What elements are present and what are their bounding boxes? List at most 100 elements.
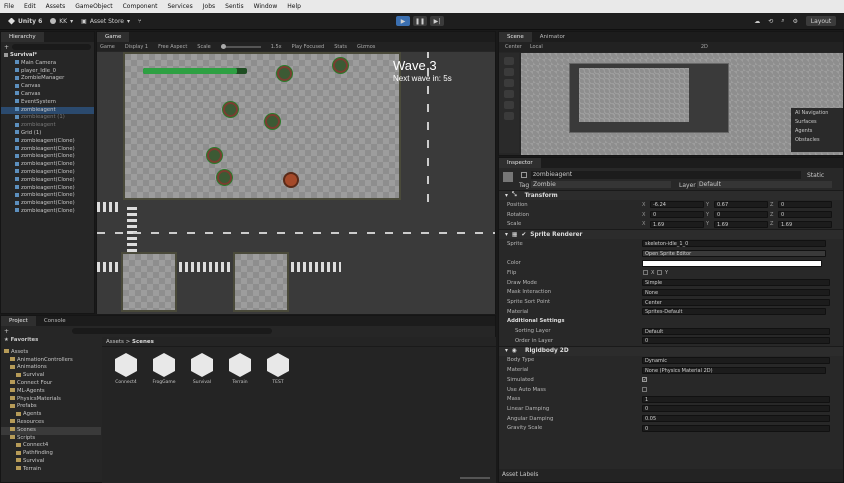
folder-item[interactable]: Assets xyxy=(1,349,101,357)
active-checkbox[interactable] xyxy=(521,172,527,178)
folder-item[interactable]: Connect4 xyxy=(1,442,101,450)
hierarchy-item[interactable]: zombieagent(Clone) xyxy=(1,185,94,193)
folder-item[interactable]: Scenes xyxy=(1,426,101,435)
field-value[interactable] xyxy=(642,259,822,267)
history-icon[interactable]: ⟲ xyxy=(768,18,773,25)
tab-project[interactable]: Project xyxy=(1,316,36,326)
rotate-tool-icon[interactable] xyxy=(504,79,514,87)
rect-tool-icon[interactable] xyxy=(504,101,514,109)
field-value[interactable]: None (Physics Material 2D) xyxy=(642,366,826,374)
hierarchy-item[interactable]: zombieagent(Clone) xyxy=(1,200,94,208)
menu-window[interactable]: Window xyxy=(254,3,278,10)
play-focused-dropdown[interactable]: Play Focused xyxy=(292,44,325,50)
play-button[interactable]: ▶ xyxy=(396,16,410,26)
folder-item[interactable]: Agents xyxy=(1,411,101,419)
hierarchy-item[interactable]: ZombieManager xyxy=(1,75,94,83)
tag-dropdown[interactable]: Zombie xyxy=(531,181,671,188)
tab-scene[interactable]: Scene xyxy=(499,32,532,42)
menu-services[interactable]: Services xyxy=(167,3,192,10)
tab-hierarchy[interactable]: Hierarchy xyxy=(1,32,44,42)
transform-tool-icon[interactable] xyxy=(504,112,514,120)
hierarchy-item[interactable]: zombieagent(Clone) xyxy=(1,161,94,169)
zombie-sprite[interactable] xyxy=(223,102,238,117)
field-value[interactable]: 1 xyxy=(642,395,830,403)
rigidbody-header[interactable]: ▾ ◉ Rigidbody 2D xyxy=(499,345,843,356)
menu-help[interactable]: Help xyxy=(287,3,301,10)
static-toggle[interactable]: Static xyxy=(807,172,824,179)
field-value[interactable]: Simple xyxy=(642,279,830,287)
rotation-z-field[interactable]: 0 xyxy=(778,211,832,219)
folder-item[interactable]: AnimationControllers xyxy=(1,357,101,365)
open-sprite-editor-button[interactable]: Open Sprite Editor xyxy=(642,250,826,258)
hierarchy-item[interactable]: Grid (1) xyxy=(1,130,94,138)
sprite-renderer-header[interactable]: ▾ ▦ ✔ Sprite Renderer xyxy=(499,229,843,240)
auto-mass-checkbox[interactable] xyxy=(642,386,647,392)
aspect-dropdown[interactable]: Free Aspect xyxy=(158,44,187,50)
scale-tool-icon[interactable] xyxy=(504,90,514,98)
scene-root[interactable]: Survival* xyxy=(1,52,94,60)
zoom-slider[interactable] xyxy=(460,477,490,479)
field-value[interactable]: 0 xyxy=(642,424,830,432)
hierarchy-item[interactable]: Canvas xyxy=(1,91,94,99)
field-value[interactable]: None xyxy=(642,288,830,296)
space-dropdown[interactable]: Local xyxy=(530,44,543,50)
hierarchy-item[interactable]: zombieagent(Clone) xyxy=(1,177,94,185)
field-value[interactable]: 0 xyxy=(642,337,830,345)
menu-jobs[interactable]: Jobs xyxy=(203,3,215,10)
version-control-button[interactable]: ⑂ xyxy=(138,18,142,25)
asset-store-button[interactable]: ▣ Asset Store ▾ xyxy=(81,18,130,25)
pivot-dropdown[interactable]: Center xyxy=(505,44,522,50)
settings-icon[interactable]: ⚙ xyxy=(793,18,798,25)
account-button[interactable]: KK ▾ xyxy=(50,18,73,25)
rotation-x-field[interactable]: 0 xyxy=(650,211,704,219)
folder-item[interactable]: PhysicsMaterials xyxy=(1,396,101,404)
favorites-item[interactable]: ★ Favorites xyxy=(1,337,101,345)
scene-asset[interactable]: Survival xyxy=(184,353,220,385)
field-value[interactable]: 0.05 xyxy=(642,415,830,423)
nav-obstacles[interactable]: Obstacles xyxy=(795,137,839,143)
hierarchy-item[interactable]: zombieagent (1) xyxy=(1,114,94,122)
gizmos-button[interactable]: Gizmos xyxy=(357,44,375,50)
menu-file[interactable]: File xyxy=(4,3,14,10)
scene-asset[interactable]: FrogGame xyxy=(146,353,182,385)
folder-item[interactable]: Survival xyxy=(1,458,101,466)
scene-asset[interactable]: Terrain xyxy=(222,353,258,385)
scale-slider[interactable] xyxy=(220,43,261,49)
transform-header[interactable]: ▾ ⤡ Transform xyxy=(499,190,843,200)
scale-y-field[interactable]: 1.69 xyxy=(714,220,768,228)
game-mode-dropdown[interactable]: Game xyxy=(100,44,115,50)
scale-x-field[interactable]: 1.69 xyxy=(650,220,704,228)
zombie-sprite[interactable] xyxy=(277,66,292,81)
search-icon[interactable]: ⌕ xyxy=(781,17,784,25)
breadcrumb-assets[interactable]: Assets xyxy=(106,339,124,345)
hierarchy-item[interactable]: zombieagent xyxy=(1,106,94,115)
field-value[interactable]: Sprites-Default xyxy=(642,308,826,316)
unity-logo[interactable]: Unity 6 xyxy=(8,17,42,25)
layer-dropdown[interactable]: Default xyxy=(697,181,832,188)
folder-item[interactable]: Connect Four xyxy=(1,380,101,388)
rotation-y-field[interactable]: 0 xyxy=(714,211,768,219)
hierarchy-item[interactable]: EventSystem xyxy=(1,99,94,107)
hierarchy-item[interactable]: player_Idle_0 xyxy=(1,68,94,76)
hierarchy-item[interactable]: zombieagent(Clone) xyxy=(1,146,94,154)
hierarchy-item[interactable]: zombieagent(Clone) xyxy=(1,169,94,177)
nav-agents[interactable]: Agents xyxy=(795,128,839,134)
position-y-field[interactable]: 0.67 xyxy=(714,201,768,209)
folder-item[interactable]: Terrain xyxy=(1,466,101,474)
hand-tool-icon[interactable] xyxy=(504,57,514,65)
position-z-field[interactable]: 0 xyxy=(778,201,832,209)
breadcrumb-scenes[interactable]: Scenes xyxy=(132,339,154,345)
hierarchy-item[interactable]: Main Camera xyxy=(1,60,94,68)
field-value[interactable]: Center xyxy=(642,298,830,306)
stats-button[interactable]: Stats xyxy=(334,44,347,50)
field-value[interactable]: 0 xyxy=(642,405,830,413)
cloud-icon[interactable]: ☁ xyxy=(754,18,760,25)
project-search-input[interactable] xyxy=(72,328,273,334)
flip-checkbox[interactable] xyxy=(657,270,662,276)
zombie-sprite[interactable] xyxy=(217,170,232,185)
folder-item[interactable]: Animations xyxy=(1,364,101,372)
pause-button[interactable]: ❚❚ xyxy=(413,16,427,26)
position-x-field[interactable]: -6.24 xyxy=(650,201,704,209)
scale-slider-handle[interactable] xyxy=(220,43,226,49)
folder-item[interactable]: Scripts xyxy=(1,435,101,443)
